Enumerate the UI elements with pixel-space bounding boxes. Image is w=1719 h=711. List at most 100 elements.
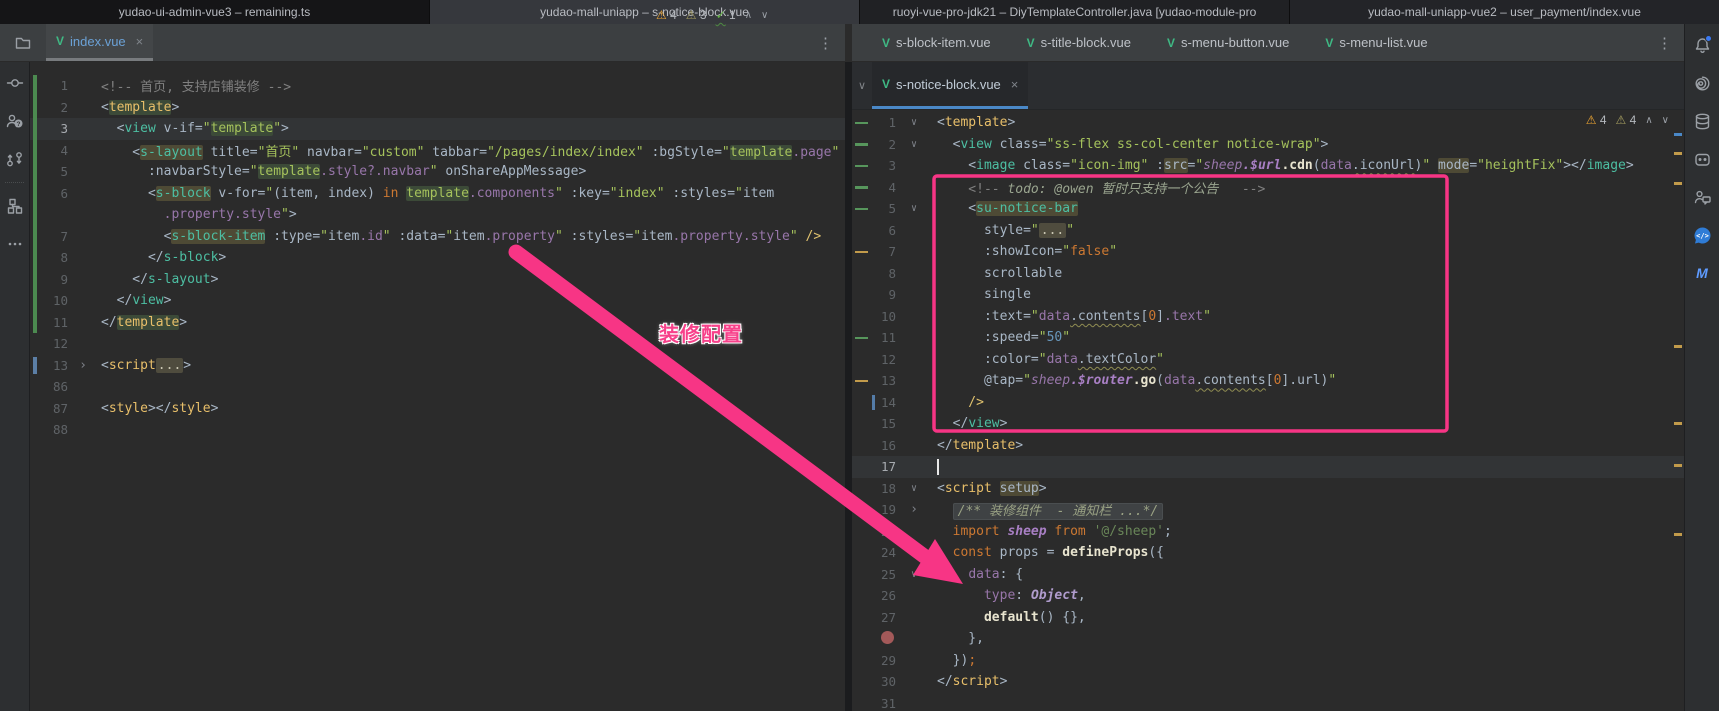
breakpoint-icon[interactable] (881, 631, 894, 644)
tab-s-menu-list-vue[interactable]: Vs-menu-list.vue (1311, 24, 1449, 61)
window-title-segment-1[interactable]: yudao-ui-admin-vue3 – remaining.ts (0, 0, 430, 24)
line-number[interactable] (852, 631, 900, 647)
line-number[interactable]: 86 (30, 379, 72, 394)
m-logo-icon[interactable]: M (1685, 256, 1719, 290)
inspections-widget-right[interactable]: ⚠ 4 ⚠ 4 ∧ ∨ (1586, 113, 1669, 127)
line-number[interactable]: 9 (852, 287, 900, 302)
line-number[interactable]: 14 (852, 395, 900, 410)
ok-check-icon: ✓ (716, 8, 726, 22)
chevron-down-icon[interactable]: ∨ (852, 62, 872, 109)
fold-toggle-icon[interactable]: ∨ (900, 569, 928, 580)
project-tool-window-button[interactable] (0, 24, 46, 61)
line-number[interactable]: 29 (852, 653, 900, 668)
code-text: <image class="icon-img" :src="sheep.$url… (928, 158, 1634, 173)
tab-s-block-item-vue[interactable]: Vs-block-item.vue (868, 24, 1013, 61)
line-number[interactable]: 15 (852, 416, 900, 431)
line-number[interactable]: 87 (30, 401, 72, 416)
error-stripe-mark[interactable] (1674, 133, 1682, 136)
window-title-segment-3[interactable]: ruoyi-vue-pro-jdk21 – DiyTemplateControl… (860, 0, 1290, 24)
line-number[interactable]: 30 (852, 674, 900, 689)
notification-dot (1705, 35, 1712, 42)
code-text: @tap="sheep.$router.go(data.contents[0].… (928, 373, 1336, 388)
code-line: 87<style></style> (30, 398, 845, 420)
fold-toggle-icon[interactable]: › (72, 358, 94, 373)
line-number[interactable]: 10 (852, 309, 900, 324)
vcs-change-mark (855, 143, 868, 146)
next-problem-icon[interactable]: ∨ (1662, 115, 1669, 126)
error-stripe-mark[interactable] (1674, 182, 1682, 185)
more-vertical-icon[interactable]: ⋮ (1645, 24, 1684, 61)
structure-icon[interactable] (0, 189, 29, 223)
vcs-change-mark (855, 380, 868, 383)
users-help-icon[interactable]: ? (0, 104, 29, 138)
vue-file-icon: V (56, 34, 64, 48)
commit-icon[interactable] (0, 66, 29, 100)
bell-notification-icon[interactable] (1685, 28, 1719, 62)
code-line: 7 :showIcon="false" (852, 241, 1684, 263)
vue-file-icon: V (1325, 36, 1333, 50)
line-number[interactable]: 17 (852, 459, 900, 474)
error-stripe-mark[interactable] (1674, 345, 1682, 348)
vcs-change-bar (33, 161, 37, 183)
prev-problem-icon[interactable]: ∧ (1645, 115, 1652, 126)
pane-divider[interactable] (845, 62, 852, 711)
fold-toggle-icon[interactable]: › (900, 502, 928, 517)
line-number[interactable]: 31 (852, 696, 900, 711)
code-text: :text="data.contents[0].text" (928, 309, 1211, 324)
fold-toggle-icon[interactable]: ∨ (900, 203, 928, 214)
fold-toggle-icon[interactable]: ∨ (900, 483, 928, 494)
more-horizontal-icon[interactable] (0, 227, 29, 261)
line-number[interactable]: 25 (852, 567, 900, 582)
right-code-editor[interactable]: 1∨<template>2∨ <view class="ss-flex ss-c… (852, 110, 1684, 711)
ai-spiral-icon[interactable] (1685, 66, 1719, 100)
error-stripe-mark[interactable] (1674, 422, 1682, 425)
warning-count: 4 (670, 8, 677, 22)
line-number[interactable]: 6 (852, 223, 900, 238)
next-problem-icon[interactable]: ∨ (761, 10, 768, 21)
line-number[interactable]: 19 (852, 502, 900, 517)
error-stripe-mark[interactable] (1674, 152, 1682, 155)
close-tab-icon[interactable]: × (1011, 77, 1019, 92)
code-text: style="..." (928, 223, 1074, 238)
tab-index-vue[interactable]: V index.vue × (46, 24, 153, 61)
line-number[interactable]: 12 (852, 352, 900, 367)
line-number[interactable]: 12 (30, 336, 72, 351)
robot-icon[interactable] (1685, 142, 1719, 176)
database-icon[interactable] (1685, 104, 1719, 138)
code-text: /** 装修组件 - 通知栏 ...*/ (928, 500, 1163, 519)
code-line: 30</script> (852, 671, 1684, 693)
vcs-change-bar (33, 183, 37, 205)
line-number[interactable]: 18 (852, 481, 900, 496)
code-line: 25∨ data: { (852, 564, 1684, 586)
line-number[interactable]: 8 (852, 266, 900, 281)
line-number[interactable]: 24 (852, 545, 900, 560)
line-number[interactable]: 27 (852, 610, 900, 625)
line-number[interactable]: 26 (852, 588, 900, 603)
error-stripe-mark[interactable] (1674, 533, 1682, 536)
window-title-segment-2[interactable]: yudao-mall-uniapp – s-notice-block.vue (430, 0, 860, 24)
code-text: <su-notice-bar (928, 201, 1078, 216)
close-tab-icon[interactable]: × (136, 34, 144, 49)
vcs-change-mark (855, 186, 868, 189)
users-chat-icon[interactable] (1685, 180, 1719, 214)
tab-s-title-block-vue[interactable]: Vs-title-block.vue (1013, 24, 1153, 61)
git-branch-icon[interactable] (0, 142, 29, 176)
weak-warning-count: 3 (700, 8, 707, 22)
inspections-widget-left[interactable]: ⚠ 4 ⚠ 3 ✓ 1 ∧ ∨ (656, 8, 768, 22)
error-stripe-mark[interactable] (1674, 464, 1682, 467)
line-number[interactable]: 88 (30, 422, 72, 437)
code-chat-icon[interactable]: </> (1685, 218, 1719, 252)
window-title-segment-4[interactable]: yudao-mall-uniapp-vue2 – user_payment/in… (1290, 0, 1719, 24)
left-code-editor[interactable]: 1<!-- 首页, 支持店铺装修 -->2<template>3 <view v… (30, 62, 845, 711)
more-vertical-icon[interactable]: ⋮ (806, 24, 845, 61)
fold-toggle-icon[interactable]: ∨ (900, 139, 928, 150)
line-number[interactable]: 23 (852, 524, 900, 539)
tab-label: s-title-block.vue (1041, 35, 1131, 50)
line-number[interactable]: 16 (852, 438, 900, 453)
code-line: 1∨<template> (852, 112, 1684, 134)
fold-toggle-icon[interactable]: ∨ (900, 117, 928, 128)
tab-s-notice-block-vue[interactable]: V s-notice-block.vue × (872, 62, 1028, 109)
prev-problem-icon[interactable]: ∧ (745, 10, 752, 21)
tab-label: index.vue (70, 34, 126, 49)
tab-s-menu-button-vue[interactable]: Vs-menu-button.vue (1153, 24, 1311, 61)
